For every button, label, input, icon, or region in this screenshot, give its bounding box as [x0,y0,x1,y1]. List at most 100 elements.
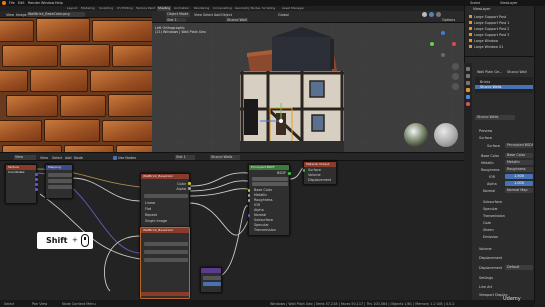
node-socket[interactable] [188,187,191,190]
camera-icon[interactable] [452,83,459,90]
prop-row-value[interactable]: Normal Map [505,188,533,193]
outliner-item[interactable]: Large Window [469,38,533,43]
principled-bsdf-node[interactable]: Principled BSDF BSDF Base Color Metallic… [247,164,291,236]
menu-render[interactable]: Render [28,1,40,5]
image-name-field[interactable]: WallBrick_BaseColor.png [27,12,85,17]
node-socket[interactable] [188,182,191,185]
scene-selector[interactable]: Scene [470,1,480,5]
object-icon[interactable] [466,88,470,92]
node-socket[interactable] [247,214,250,217]
axis-x-icon[interactable] [452,42,456,46]
brick-texture-image[interactable] [0,18,152,152]
shading-rendered-icon[interactable] [436,12,441,17]
outliner-item[interactable]: Large Window 01 [469,44,533,49]
section-surface[interactable]: Surface [479,136,492,140]
node-select-menu[interactable]: Select [52,156,62,160]
section-displacement[interactable]: Displacement [479,256,502,260]
viewport-object-menu[interactable]: Object [221,13,232,17]
view-layer-selector[interactable]: ViewLayer [500,1,518,5]
material-icon[interactable] [466,102,470,106]
mapping-rotation-field[interactable] [48,185,72,189]
node-option[interactable]: Repeat [145,213,157,217]
node-socket[interactable] [302,169,305,172]
object-mode-dropdown[interactable]: Object Mode [166,12,190,17]
output-icon[interactable] [466,81,470,85]
material-slot-item[interactable]: Stucco Walls [475,85,533,89]
shading-solid-icon[interactable] [422,12,427,17]
node-option[interactable]: Single Image [145,219,167,223]
axis-neg-icon[interactable] [441,53,445,57]
menu-help[interactable]: Help [55,1,63,5]
normal-map-node[interactable] [200,267,222,293]
right-scrollbar[interactable] [534,6,545,303]
node-add-menu[interactable]: Add [65,156,72,160]
node-option[interactable]: Flat [145,207,151,211]
node-slot-dropdown[interactable]: Slot 1 [175,155,195,160]
tool-icon[interactable] [466,67,470,71]
transform-orientation-dropdown[interactable]: Global [278,13,289,17]
surface-shader-field[interactable]: Principled BSDF [505,143,533,148]
menu-window[interactable]: Window [41,1,54,5]
zoom-icon[interactable] [452,63,459,70]
normal-map-strength-field[interactable] [203,282,221,286]
image-option-field[interactable] [144,250,188,254]
section-preview[interactable]: Preview [479,129,492,133]
image-editor-view-menu[interactable]: View [6,13,14,17]
mapping-type-field[interactable] [48,173,72,177]
prop-row-value[interactable]: Metallic [505,160,533,165]
node-node-menu[interactable]: Node [74,156,83,160]
material-slot-item[interactable]: Bricks [480,80,490,84]
node-socket[interactable] [247,189,250,192]
section-line-art[interactable]: Line Art [479,285,492,289]
displacement-field[interactable]: Default [505,265,533,270]
axis-z-icon[interactable] [441,31,445,35]
material-name-field[interactable]: Stucco Walls [475,115,515,120]
render-icon[interactable] [466,74,470,78]
subsection-transmission[interactable]: Transmission [483,214,505,218]
bsdf-distribution-field[interactable] [252,177,288,181]
node-socket[interactable] [35,173,38,176]
material-dropdown[interactable]: Stucco Wall [226,18,248,22]
image-selector-field[interactable] [144,194,188,198]
prop-row-value[interactable]: Roughness [505,167,533,172]
blender-logo-icon[interactable] [2,1,6,5]
node-editor-canvas[interactable]: Texture Coordinate Mapping WallBrick_Bas… [0,161,464,300]
image-editor-image-menu[interactable]: Image [16,13,27,17]
normal-map-space-field[interactable] [203,276,221,280]
prop-row-value[interactable]: Base Color [505,153,533,158]
use-nodes-checkbox-icon[interactable] [113,155,117,160]
subsection-subsurface[interactable]: Subsurface [483,200,502,204]
node-socket[interactable] [247,199,250,202]
image-texture-node-2[interactable]: WallBrick_BaseColor [140,227,190,299]
subsection-coat[interactable]: Coat [483,221,491,225]
subsection-sheen[interactable]: Sheen [483,228,494,232]
bsdf-subsurface-field[interactable] [252,182,288,186]
viewport-select-menu[interactable]: Select [203,13,213,17]
slot-dropdown[interactable]: Slot 1 [166,18,186,22]
menu-file[interactable]: File [9,1,15,5]
node-socket[interactable] [35,183,38,186]
material-slot-list[interactable]: Bricks Stucco Walls [475,77,533,93]
node-socket[interactable] [35,178,38,181]
navigation-gizmo[interactable] [430,31,456,57]
3d-viewport[interactable]: Left Orthographic (21) Windows | Wall Pl… [152,23,464,152]
node-socket[interactable] [247,194,250,197]
node-material-dropdown[interactable]: Stucco Walls [210,155,240,160]
outliner-item[interactable]: Large Support Post 1 [469,20,533,25]
texture-coordinate-node[interactable]: Texture Coordinate [5,164,38,204]
image-selector-field[interactable] [144,242,188,246]
options-dropdown[interactable]: Options [442,18,455,22]
node-socket[interactable] [35,188,38,191]
menu-edit[interactable]: Edit [18,1,25,5]
prop-row-value[interactable]: 1.000 [505,181,533,186]
shading-material-icon[interactable] [429,12,434,17]
section-settings[interactable]: Settings [479,276,493,280]
image-option-field[interactable] [144,258,188,262]
mapping-location-field[interactable] [48,179,72,183]
axis-y-icon[interactable] [430,42,434,46]
pan-icon[interactable] [452,73,459,80]
node-option[interactable]: Linear [145,201,156,205]
section-volume[interactable]: Volume [479,247,492,251]
node-view-menu[interactable]: View [40,156,48,160]
material-output-node[interactable]: Material Output Surface Volume Displacem… [302,161,337,185]
